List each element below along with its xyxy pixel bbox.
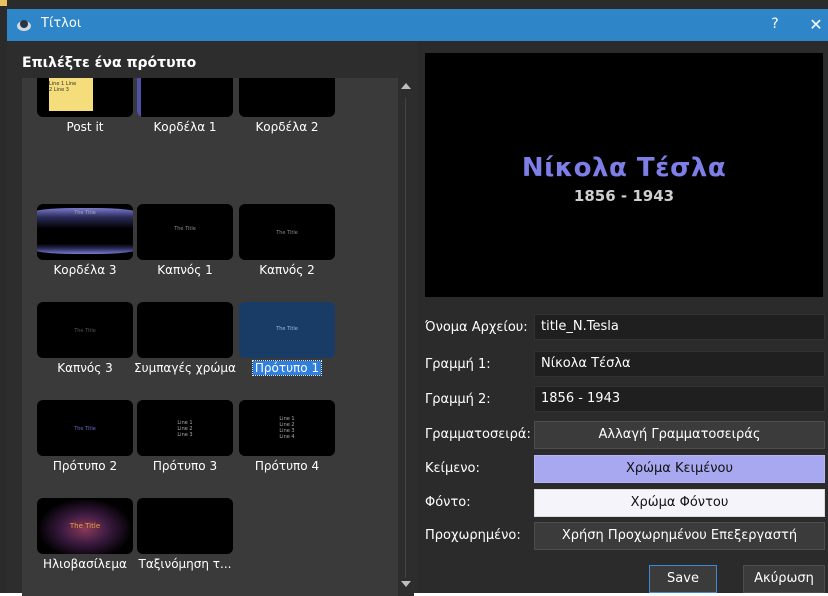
template-label: Πρότυπο 3 xyxy=(152,459,218,473)
template-label: Καπνός 3 xyxy=(57,361,113,375)
template-label: Συμπαγές χρώμα xyxy=(134,361,236,375)
line2-label: Γραμμή 2: xyxy=(425,392,491,407)
template-label-selected: Πρότυπο 1 xyxy=(251,360,323,376)
font-label: Γραμματοσειρά: xyxy=(425,427,531,442)
window-title: Τίτλοι xyxy=(41,16,82,31)
thumb-text: Line 1 Line 2 Line 3 xyxy=(49,81,77,93)
template-sunset[interactable]: The Title Ηλιοβασίλεμα xyxy=(37,498,133,574)
template-heading: Επιλέξτε ένα πρότυπο xyxy=(22,55,197,71)
titles-dialog: Τίτλοι ? ✕ Επιλέξτε ένα πρότυπο Line 1 L… xyxy=(0,0,828,596)
text-color-button[interactable]: Χρώμα Κειμένου xyxy=(534,455,825,483)
close-button[interactable]: ✕ xyxy=(807,15,825,34)
background-color-button[interactable]: Χρώμα Φόντου xyxy=(534,489,825,517)
thumb-text: The Title xyxy=(174,226,196,232)
advanced-label: Προχωρημένο: xyxy=(425,528,521,543)
thumb-text: The Title xyxy=(276,230,298,236)
template-4[interactable]: Line 1 Line 2 Line 3 Line 4 Πρότυπο 4 xyxy=(239,400,335,476)
template-ribbon-2[interactable]: Κορδέλα 2 xyxy=(239,78,335,137)
template-label: Καπνός 1 xyxy=(157,263,213,277)
template-panel: Επιλέξτε ένα πρότυπο Line 1 Line 2 Line … xyxy=(7,41,417,596)
template-ribbon-3[interactable]: The Title Κορδέλα 3 xyxy=(37,204,133,280)
template-label: Πρότυπο 2 xyxy=(52,459,118,473)
filename-input[interactable]: title_N.Tesla xyxy=(534,314,825,340)
template-thumbnail: Line 1 Line 2 Line 3 xyxy=(37,78,133,117)
template-thumbnail xyxy=(137,78,233,117)
thumb-text: The Title xyxy=(74,328,96,334)
thumb-text: The Title xyxy=(276,326,298,332)
scroll-track[interactable] xyxy=(405,98,406,578)
title-bar: Τίτλοι ? ✕ xyxy=(7,9,828,41)
filename-label: Όνομα Αρχείου: xyxy=(425,320,528,335)
template-label: Κορδέλα 2 xyxy=(255,120,319,134)
template-label: Ηλιοβασίλεμα xyxy=(43,557,127,571)
app-logo-icon xyxy=(17,20,31,31)
template-thumbnail: The Title xyxy=(37,302,133,358)
thumb-text: Line 1 Line 2 Line 3 xyxy=(177,420,193,438)
line2-input[interactable]: 1856 - 1943 xyxy=(534,386,825,412)
gallery-scrollbar[interactable] xyxy=(398,78,414,596)
line1-input[interactable]: Νίκολα Τέσλα xyxy=(534,351,825,377)
scroll-down-icon[interactable] xyxy=(401,581,411,587)
background-color-label: Φόντο: xyxy=(425,495,471,510)
template-thumbnail: The Title xyxy=(239,204,335,260)
thumb-text: The Title xyxy=(74,210,96,216)
template-thumbnail: Line 1 Line 2 Line 3 xyxy=(137,400,233,456)
cancel-button[interactable]: Ακύρωση xyxy=(743,565,825,593)
thumb-text: The Title xyxy=(74,426,96,432)
template-thumbnail xyxy=(137,302,233,358)
template-thumbnail: The Title xyxy=(37,204,133,260)
preview-title: Νίκολα Τέσλα xyxy=(521,153,727,183)
thumb-text: The Title xyxy=(69,522,101,530)
desktop-accent xyxy=(0,0,7,6)
template-label: Καπνός 2 xyxy=(259,263,315,277)
template-sort[interactable]: Ταξινόμηση τ... xyxy=(137,498,233,574)
template-solid-color[interactable]: Συμπαγές χρώμα xyxy=(134,302,236,378)
text-color-label: Κείμενο: xyxy=(425,461,480,476)
template-label: Κορδέλα 1 xyxy=(153,120,217,134)
template-post-it[interactable]: Line 1 Line 2 Line 3 Post it xyxy=(37,78,133,137)
thumb-text: Line 1 Line 2 Line 3 Line 4 xyxy=(279,416,295,440)
template-thumbnail xyxy=(137,498,233,554)
save-button[interactable]: Save xyxy=(649,565,717,593)
template-2[interactable]: The Title Πρότυπο 2 xyxy=(37,400,133,476)
title-preview: Νίκολα Τέσλα 1856 - 1943 xyxy=(425,53,823,297)
advanced-editor-button[interactable]: Χρήση Προχωρημένου Επεξεργαστή xyxy=(534,522,825,550)
template-thumbnail: Line 1 Line 2 Line 3 Line 4 xyxy=(239,400,335,456)
template-label: Κορδέλα 3 xyxy=(53,263,117,277)
template-smoke-1[interactable]: The Title Καπνός 1 xyxy=(137,204,233,280)
template-label: Πρότυπο 4 xyxy=(254,459,320,473)
change-font-button[interactable]: Αλλαγή Γραμματοσειράς xyxy=(534,421,825,449)
template-gallery[interactable]: Line 1 Line 2 Line 3 Post it Κορδέλα 1 Κ… xyxy=(22,78,398,596)
template-label: Ταξινόμηση τ... xyxy=(138,557,232,571)
template-3[interactable]: Line 1 Line 2 Line 3 Πρότυπο 3 xyxy=(137,400,233,476)
preview-subtitle: 1856 - 1943 xyxy=(573,187,675,205)
template-label: Post it xyxy=(66,120,104,134)
template-1[interactable]: The Title Πρότυπο 1 xyxy=(239,302,335,378)
help-button[interactable]: ? xyxy=(767,16,783,32)
template-smoke-3[interactable]: The Title Καπνός 3 xyxy=(37,302,133,378)
template-smoke-2[interactable]: The Title Καπνός 2 xyxy=(239,204,335,280)
template-thumbnail xyxy=(239,78,335,117)
template-thumbnail: The Title xyxy=(239,302,335,358)
editor-panel: Νίκολα Τέσλα 1856 - 1943 Όνομα Αρχείου: … xyxy=(417,41,828,593)
template-thumbnail: The Title xyxy=(37,498,133,554)
template-thumbnail: The Title xyxy=(37,400,133,456)
scroll-up-icon[interactable] xyxy=(401,83,411,89)
line1-label: Γραμμή 1: xyxy=(425,357,491,372)
template-ribbon-1[interactable]: Κορδέλα 1 xyxy=(137,78,233,137)
template-thumbnail: The Title xyxy=(137,204,233,260)
